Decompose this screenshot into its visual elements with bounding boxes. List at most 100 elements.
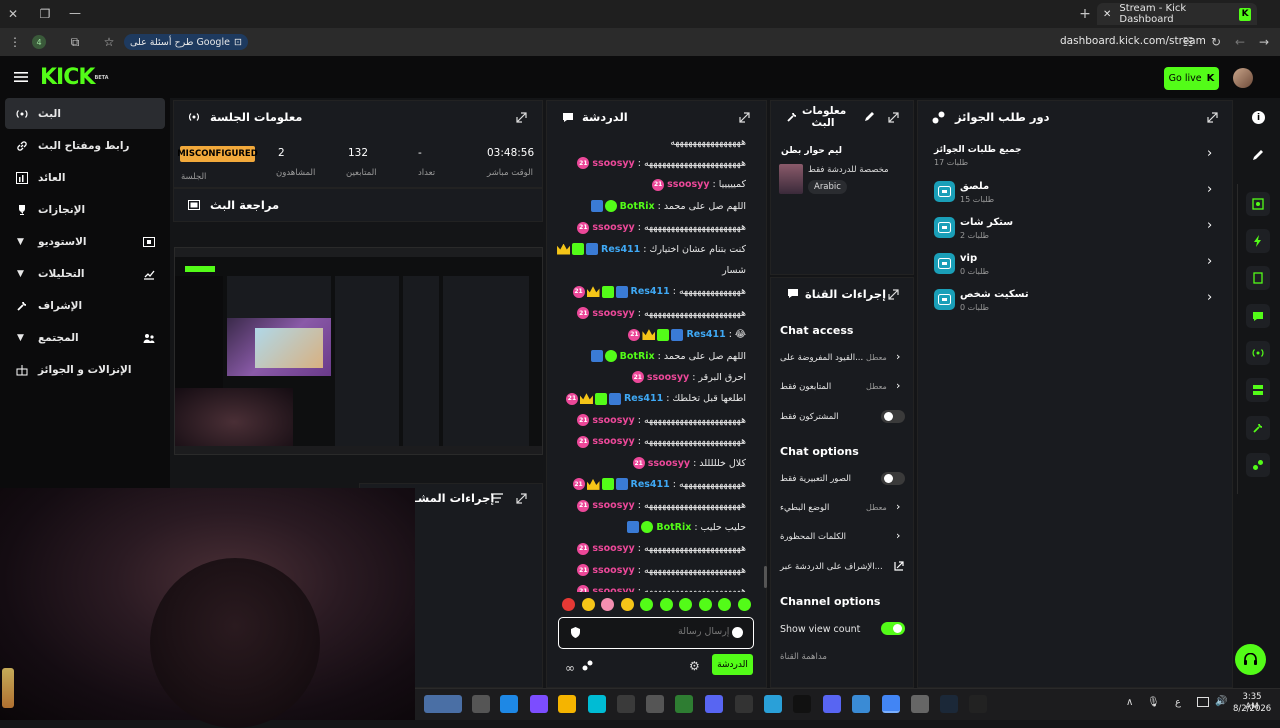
emote-icon[interactable]: [601, 598, 614, 611]
menu-dots-icon[interactable]: ⋮: [5, 32, 25, 52]
chat-message[interactable]: 21 ssoosyy: ههههههههههههههههههههههه: [556, 305, 746, 321]
chat-message[interactable]: 21 ssoosyy: ههههههههههههههههههههههه: [556, 541, 746, 557]
chevron-right-icon[interactable]: ›: [896, 379, 900, 392]
chevron-right-icon[interactable]: ›: [1207, 254, 1212, 269]
chat-username[interactable]: ssoosyy: [592, 500, 634, 511]
chat-username[interactable]: Res411: [631, 286, 670, 297]
chat-message[interactable]: 21 ssoosyy: ههههههههههههههههههههههه: [556, 498, 746, 514]
info-icon[interactable]: i: [1252, 111, 1265, 124]
chat-message[interactable]: 21 ssoosyy: ههههههههههههههههههههههه: [556, 412, 746, 428]
rail-wrench-icon[interactable]: [1246, 416, 1270, 440]
show-view-count-toggle[interactable]: [881, 622, 905, 635]
rail-screenshot-icon[interactable]: [1246, 192, 1270, 216]
sidebar-item-achievements[interactable]: الإنجازات: [5, 194, 165, 225]
shield-icon[interactable]: [570, 626, 581, 638]
sidebar-item-studio[interactable]: ▼ الاستوديو: [5, 226, 165, 257]
sidebar-item-stream[interactable]: البث: [5, 98, 165, 129]
ask-google-chip[interactable]: طرح أسئلة على Google ⊡: [124, 34, 248, 50]
expand-icon[interactable]: [739, 112, 751, 124]
reward-vip-title[interactable]: vip: [960, 253, 977, 264]
emotes-only-toggle[interactable]: [881, 472, 905, 485]
sidebar-item-analytics[interactable]: ▼ التحليلات: [5, 258, 165, 289]
chat-username[interactable]: Res411: [686, 329, 725, 340]
sidebar-item-moderation[interactable]: الإشراف: [5, 290, 165, 321]
app-icon[interactable]: [530, 695, 548, 713]
stream-preview-video[interactable]: [174, 247, 543, 455]
chat-message[interactable]: 21 ssoosyy: ههههههههههههههههههههههه: [556, 562, 746, 578]
app-icon[interactable]: [852, 695, 870, 713]
minimize-window-icon[interactable]: —: [65, 3, 85, 23]
chat-message[interactable]: BotRix: حليب حليب: [556, 519, 746, 535]
weather-widget-icon[interactable]: [424, 695, 462, 713]
minecraft-icon[interactable]: [675, 695, 693, 713]
chat-username[interactable]: ssoosyy: [592, 415, 634, 426]
external-link-icon[interactable]: [894, 561, 904, 571]
rail-chat-icon[interactable]: [1246, 304, 1270, 328]
expand-icon[interactable]: [888, 289, 900, 301]
chevron-right-icon[interactable]: ›: [1207, 290, 1212, 305]
rewards-icon[interactable]: [582, 660, 593, 671]
chat-username[interactable]: ssoosyy: [647, 372, 689, 383]
extensions-icon[interactable]: ⧉: [65, 32, 85, 52]
hamburger-menu-icon[interactable]: [14, 71, 28, 83]
chat-username[interactable]: ssoosyy: [648, 458, 690, 469]
unreal-icon[interactable]: [969, 695, 987, 713]
volume-icon[interactable]: 🔊: [1215, 696, 1227, 707]
emote-icon[interactable]: [620, 598, 634, 611]
rail-layout-icon[interactable]: [1246, 378, 1270, 402]
telegram-icon[interactable]: [764, 695, 782, 713]
chat-message[interactable]: شسار: [556, 262, 746, 278]
edit-pencil-icon[interactable]: [864, 111, 875, 122]
chat-username[interactable]: ssoosyy: [592, 543, 634, 554]
app-icon[interactable]: [735, 695, 753, 713]
reward-chat-sticker-title[interactable]: ستكر شات: [960, 217, 1013, 228]
chat-message[interactable]: 21 Res411: ههههههههههههههه: [556, 284, 746, 300]
rail-lightning-icon[interactable]: [1246, 229, 1270, 253]
obs-icon[interactable]: [911, 695, 929, 713]
file-explorer-icon[interactable]: [472, 695, 490, 713]
copilot-icon[interactable]: [588, 695, 606, 713]
chevron-right-icon[interactable]: ›: [896, 529, 900, 542]
input-language[interactable]: ع: [1175, 697, 1181, 708]
sidebar-item-revenue[interactable]: العائد: [5, 162, 165, 193]
expand-icon[interactable]: [888, 112, 900, 124]
tray-chevron-icon[interactable]: ∧: [1126, 697, 1133, 708]
chat-message[interactable]: 21 Res411: اطلعها قبل تخلطك: [556, 391, 746, 407]
close-tab-icon[interactable]: ✕: [1103, 9, 1111, 20]
restore-window-icon[interactable]: ❐: [35, 4, 55, 24]
expand-icon[interactable]: [516, 112, 528, 124]
infinity-icon[interactable]: ∞: [565, 661, 575, 675]
sidebar-item-community[interactable]: ▼ المجتمع: [5, 322, 165, 353]
url-text[interactable]: dashboard.kick.com/stream: [1060, 35, 1206, 47]
rail-rewards-icon[interactable]: [1246, 453, 1270, 477]
chat-username[interactable]: BotRix: [620, 351, 655, 362]
chat-message[interactable]: 21Res411:كنت بتنام عشان اختيارك: [556, 241, 746, 257]
forward-icon[interactable]: ←: [1230, 32, 1250, 52]
chevron-right-icon[interactable]: ›: [1207, 182, 1212, 197]
close-window-icon[interactable]: ✕: [3, 4, 23, 24]
back-icon[interactable]: →: [1254, 32, 1274, 52]
display-icon[interactable]: [1197, 697, 1209, 707]
chat-message[interactable]: 21 Res411: 😂: [556, 327, 746, 343]
chat-username[interactable]: ssoosyy: [667, 179, 709, 190]
chat-username[interactable]: ssoosyy: [592, 436, 634, 447]
new-tab-icon[interactable]: +: [1075, 4, 1095, 24]
chat-message[interactable]: 21 ssoosyy: كلال خلللللد: [556, 455, 746, 471]
chat-username[interactable]: Res411: [624, 393, 663, 404]
emote-icon[interactable]: [640, 598, 653, 611]
chevron-right-icon[interactable]: ›: [1207, 146, 1212, 161]
send-chat-button[interactable]: الدردشة: [712, 654, 753, 675]
chat-username[interactable]: ssoosyy: [592, 308, 634, 319]
chat-message[interactable]: BotRix: اللهم صل على محمد: [556, 348, 746, 364]
chat-message[interactable]: 21 ssoosyy: كميييييا: [556, 177, 746, 193]
chevron-right-icon[interactable]: ›: [896, 500, 900, 513]
chevron-right-icon[interactable]: ›: [1207, 218, 1212, 233]
chat-message[interactable]: 21 Res411: ههههههههههههههه: [556, 476, 746, 492]
rail-document-icon[interactable]: [1246, 266, 1270, 290]
expand-icon[interactable]: [516, 493, 528, 505]
bookmark-star-icon[interactable]: ☆: [99, 32, 119, 52]
chat-settings-gear-icon[interactable]: ⚙: [689, 659, 700, 673]
edge-browser-icon[interactable]: [500, 695, 518, 713]
chat-message[interactable]: 21 ssoosyy: ههههههههههههههههههههههه: [556, 155, 746, 171]
tiktok-icon[interactable]: [793, 695, 811, 713]
